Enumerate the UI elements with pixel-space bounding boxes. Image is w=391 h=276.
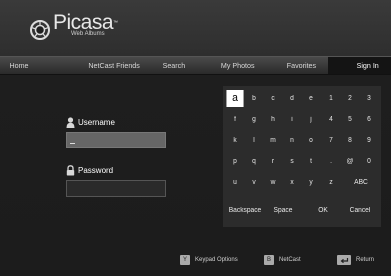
- picasa-logo: Picasa™ Web Albums: [30, 10, 118, 54]
- key-n[interactable]: n: [283, 132, 300, 149]
- key-abc-toggle[interactable]: ABC: [344, 174, 378, 191]
- tab-home[interactable]: Home: [10, 57, 29, 74]
- username-field[interactable]: [66, 132, 166, 148]
- username-label: Username: [78, 118, 115, 127]
- key-t[interactable]: t: [302, 153, 319, 170]
- tab-sign-in[interactable]: Sign In: [357, 57, 379, 74]
- key-0[interactable]: 0: [360, 153, 377, 170]
- key-g[interactable]: g: [245, 111, 262, 128]
- key-v[interactable]: v: [245, 174, 262, 191]
- user-icon: [66, 117, 75, 128]
- key-u[interactable]: u: [226, 174, 243, 191]
- key-b[interactable]: b: [245, 90, 262, 107]
- nav-bar: Home NetCast Friends Search My Photos Fa…: [0, 56, 391, 75]
- lock-icon: [66, 165, 75, 176]
- key-k[interactable]: k: [226, 132, 243, 149]
- key-p[interactable]: p: [226, 153, 243, 170]
- onscreen-keyboard: a b c d e 1 2 3 f g h i j 4 5 6 k l m n …: [223, 86, 381, 227]
- key-3[interactable]: 3: [360, 90, 377, 107]
- picasa-screen: Picasa™ Web Albums Home NetCast Friends …: [0, 0, 391, 276]
- key-a[interactable]: a: [226, 90, 244, 107]
- hint-return: Return: [337, 254, 374, 266]
- tab-netcast-friends[interactable]: NetCast Friends: [88, 57, 139, 74]
- hint-netcast: B NetCast: [264, 254, 301, 266]
- hint-return-label: Return: [356, 257, 375, 263]
- button-hint-bar: Y Keypad Options B NetCast Return: [0, 248, 391, 276]
- key-o[interactable]: o: [302, 132, 319, 149]
- return-icon: [337, 255, 351, 265]
- key-6[interactable]: 6: [360, 111, 377, 128]
- key-2[interactable]: 2: [341, 90, 358, 107]
- key-w[interactable]: w: [264, 174, 281, 191]
- username-input[interactable]: [67, 133, 165, 147]
- trademark-mark: ™: [113, 20, 118, 26]
- key-7[interactable]: 7: [322, 132, 339, 149]
- key-h[interactable]: h: [264, 111, 281, 128]
- tab-my-photos[interactable]: My Photos: [221, 57, 255, 74]
- key-period[interactable]: .: [322, 153, 339, 170]
- key-y[interactable]: y: [302, 174, 319, 191]
- key-d[interactable]: d: [283, 90, 300, 107]
- key-at[interactable]: @: [341, 153, 358, 170]
- key-x[interactable]: x: [283, 174, 300, 191]
- key-e[interactable]: e: [302, 90, 319, 107]
- key-c[interactable]: c: [264, 90, 281, 107]
- password-input[interactable]: [67, 181, 165, 196]
- key-z[interactable]: z: [322, 174, 339, 191]
- key-ok[interactable]: OK: [310, 202, 337, 219]
- tab-favorites[interactable]: Favorites: [287, 57, 316, 74]
- key-s[interactable]: s: [283, 153, 300, 170]
- key-space[interactable]: Space: [267, 202, 299, 219]
- remote-b-button: B: [264, 255, 274, 265]
- key-q[interactable]: q: [245, 153, 262, 170]
- key-cancel[interactable]: Cancel: [342, 202, 378, 219]
- key-l[interactable]: l: [245, 132, 262, 149]
- key-8[interactable]: 8: [341, 132, 358, 149]
- key-r[interactable]: r: [264, 153, 281, 170]
- key-m[interactable]: m: [264, 132, 281, 149]
- key-1[interactable]: 1: [322, 90, 339, 107]
- key-5[interactable]: 5: [341, 111, 358, 128]
- remote-y-button: Y: [180, 255, 190, 265]
- tab-search[interactable]: Search: [163, 57, 186, 74]
- text-cursor: [70, 143, 75, 144]
- hint-keypad-options: Y Keypad Options: [180, 254, 238, 266]
- key-f[interactable]: f: [226, 111, 243, 128]
- key-4[interactable]: 4: [322, 111, 339, 128]
- key-backspace[interactable]: Backspace: [226, 202, 264, 219]
- key-9[interactable]: 9: [360, 132, 377, 149]
- key-j[interactable]: j: [302, 111, 319, 128]
- hint-netcast-label: NetCast: [279, 257, 301, 263]
- picasa-pinwheel-icon: [30, 20, 50, 40]
- key-i[interactable]: i: [283, 111, 300, 128]
- password-field[interactable]: [66, 180, 166, 197]
- hint-keypad-options-label: Keypad Options: [195, 257, 238, 263]
- password-label: Password: [78, 166, 114, 175]
